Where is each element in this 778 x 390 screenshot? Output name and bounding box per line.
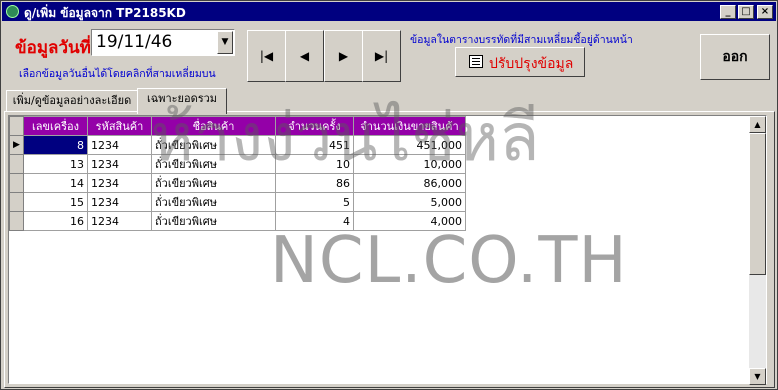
date-label: ข้อมูลวันที่: [15, 38, 91, 58]
table-cell[interactable]: 14: [23, 173, 88, 193]
row-selector[interactable]: [9, 173, 24, 193]
row-selector-header: [9, 116, 24, 136]
row-selector[interactable]: [9, 192, 24, 212]
table-cell[interactable]: 1234: [87, 154, 152, 174]
vertical-scrollbar[interactable]: ▲ ▼: [749, 116, 766, 385]
last-record-button[interactable]: ▶|: [362, 30, 401, 82]
table-row[interactable]: 13 1234 ถั่วเขียวพิเศษ 10 10,000: [9, 154, 466, 174]
table-cell[interactable]: 1234: [87, 211, 152, 231]
column-header[interactable]: เลขเครื่อง: [23, 116, 88, 136]
main-window: ดู/เพิ่ม ข้อมูลจาก TP2185KD _ □ × ข้อมูล…: [0, 0, 778, 390]
tab-summary[interactable]: เฉพาะยอดรวม: [137, 88, 227, 114]
window-title: ดู/เพิ่ม ข้อมูลจาก TP2185KD: [24, 6, 186, 20]
app-icon: [6, 5, 19, 18]
table-cell[interactable]: ถั่วเขียวพิเศษ: [151, 211, 276, 231]
table-cell[interactable]: 1234: [87, 135, 152, 155]
table-cell[interactable]: 10,000: [353, 154, 466, 174]
table-row[interactable]: 14 1234 ถั่วเขียวพิเศษ 86 86,000: [9, 173, 466, 193]
table-cell[interactable]: 86,000: [353, 173, 466, 193]
row-selector[interactable]: [9, 211, 24, 231]
column-header[interactable]: จำนวนเงินขายสินค้า: [353, 116, 466, 136]
info-text: ข้อมูลในตารางบรรทัดที่มีสามเหลี่ยมชี้อยู…: [410, 34, 633, 46]
exit-button[interactable]: ออก: [700, 34, 770, 80]
refresh-button[interactable]: ปรับปรุงข้อมูล: [455, 47, 585, 77]
minimize-button[interactable]: _: [720, 5, 736, 19]
scroll-up-icon[interactable]: ▲: [749, 116, 766, 133]
table-row[interactable]: ▶ 8 1234 ถั่วเขียวพิเศษ 451 451,000: [9, 135, 466, 155]
dropdown-arrow-icon[interactable]: ▼: [217, 31, 233, 54]
data-grid[interactable]: เลขเครื่อง รหัสสินค้า ชื่อสินค้า จำนวนคร…: [8, 115, 767, 385]
row-selector[interactable]: [9, 154, 24, 174]
column-header[interactable]: ชื่อสินค้า: [151, 116, 276, 136]
grid-header-row: เลขเครื่อง รหัสสินค้า ชื่อสินค้า จำนวนคร…: [9, 116, 466, 136]
column-header[interactable]: รหัสสินค้า: [87, 116, 152, 136]
first-record-button[interactable]: |◀: [247, 30, 286, 82]
table-cell[interactable]: 451,000: [353, 135, 466, 155]
title-bar: ดู/เพิ่ม ข้อมูลจาก TP2185KD _ □ ×: [2, 2, 776, 21]
date-hint: เลือกข้อมูลวันอื่นได้โดยคลิกที่สามเหลี่ย…: [19, 68, 216, 80]
table-cell[interactable]: 1234: [87, 192, 152, 212]
table-row[interactable]: 16 1234 ถั่วเขียวพิเศษ 4 4,000: [9, 211, 466, 231]
scroll-down-icon[interactable]: ▼: [749, 368, 766, 385]
table-cell[interactable]: 16: [23, 211, 88, 231]
grid-table: เลขเครื่อง รหัสสินค้า ชื่อสินค้า จำนวนคร…: [9, 116, 466, 231]
table-cell[interactable]: 451: [275, 135, 354, 155]
table-cell[interactable]: 4: [275, 211, 354, 231]
table-cell[interactable]: 86: [275, 173, 354, 193]
record-navigation: |◀ ◀ ▶ ▶|: [247, 30, 401, 82]
table-cell[interactable]: 10: [275, 154, 354, 174]
table-cell[interactable]: ถั่วเขียวพิเศษ: [151, 154, 276, 174]
date-value: 19/11/46: [96, 32, 173, 52]
table-cell[interactable]: 13: [23, 154, 88, 174]
scroll-thumb[interactable]: [749, 133, 766, 275]
table-cell[interactable]: ถั่วเขียวพิเศษ: [151, 173, 276, 193]
table-cell[interactable]: ถั่วเขียวพิเศษ: [151, 135, 276, 155]
maximize-button[interactable]: □: [738, 5, 754, 19]
table-row[interactable]: 15 1234 ถั่วเขียวพิเศษ 5 5,000: [9, 192, 466, 212]
table-cell[interactable]: 5: [275, 192, 354, 212]
table-cell[interactable]: 1234: [87, 173, 152, 193]
date-combo[interactable]: 19/11/46 ▼: [91, 29, 235, 56]
form-icon: [469, 55, 483, 68]
previous-record-button[interactable]: ◀: [285, 30, 324, 82]
current-row-indicator-icon[interactable]: ▶: [9, 135, 24, 155]
close-button[interactable]: ×: [757, 5, 773, 19]
tab-detail[interactable]: เพิ่ม/ดูข้อมูลอย่างละเอียด: [6, 90, 138, 112]
next-record-button[interactable]: ▶: [324, 30, 363, 82]
table-cell[interactable]: ถั่วเขียวพิเศษ: [151, 192, 276, 212]
table-cell[interactable]: 15: [23, 192, 88, 212]
table-cell[interactable]: 4,000: [353, 211, 466, 231]
column-header[interactable]: จำนวนครั้ง: [275, 116, 354, 136]
table-cell[interactable]: 5,000: [353, 192, 466, 212]
refresh-button-label: ปรับปรุงข้อมูล: [489, 56, 574, 72]
table-cell[interactable]: 8: [23, 135, 88, 155]
